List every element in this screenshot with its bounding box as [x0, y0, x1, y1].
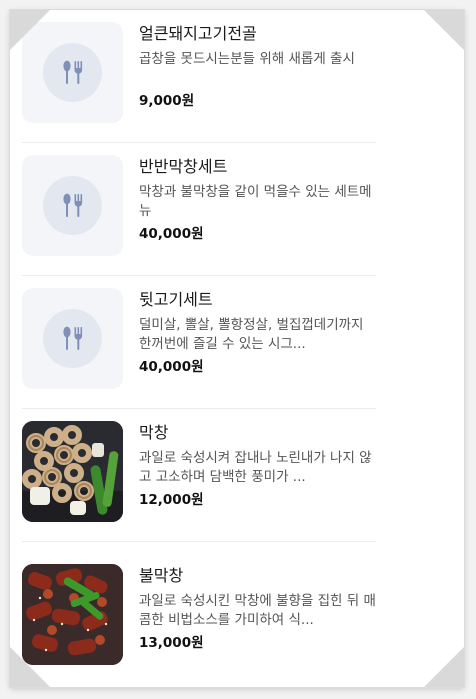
menu-item[interactable]: 얼큰돼지고기전골 곱창을 못드시는분들 위해 새롭게 출시 9,000원	[22, 10, 376, 143]
grilled-makchang-photo	[22, 421, 123, 522]
menu-item-name: 얼큰돼지고기전골	[139, 24, 257, 43]
menu-item[interactable]: 반반막창세트 막창과 불막창을 같이 먹을수 있는 세트메뉴 40,000원	[22, 143, 376, 276]
page-curl-top-right	[424, 10, 464, 50]
grilled-makchang-image	[22, 421, 123, 522]
menu-image-placeholder	[22, 155, 123, 256]
page-curl-top-left	[10, 10, 50, 50]
divider	[22, 541, 376, 542]
menu-image-placeholder	[22, 288, 123, 389]
menu-item-name: 반반막창세트	[139, 157, 228, 176]
menu-item-description: 막창과 불막창을 같이 먹을수 있는 세트메뉴	[139, 184, 372, 219]
menu-item-description: 덜미살, 뽈살, 뽈항정살, 벌집껍데기까지 한꺼번에 즐길 수 있는 시그..…	[139, 317, 364, 352]
menu-item-name: 막창	[139, 423, 169, 442]
menu-item[interactable]: 막창 과일로 숙성시켜 잡내나 노린내가 나지 않고 고소하며 담백한 풍미가 …	[22, 409, 376, 542]
menu-item-price: 12,000원	[139, 492, 204, 508]
fork-spoon-icon	[63, 193, 83, 217]
page-curl-bottom-right	[424, 647, 464, 687]
fork-spoon-icon	[63, 60, 83, 84]
menu-item-description: 과일로 숙성시켜 잡내나 노린내가 나지 않고 고소하며 담백한 풍미가 ...	[139, 450, 372, 485]
menu-item-description: 곱창을 못드시는분들 위해 새롭게 출시	[139, 51, 355, 67]
menu-item-price: 40,000원	[139, 226, 204, 242]
menu-item-name: 불막창	[139, 566, 184, 585]
menu-item-name: 뒷고기세트	[139, 290, 213, 309]
menu-item-description: 과일로 숙성시킨 막창에 불향을 집힌 뒤 매콤한 비법소스를 가미하여 식..…	[139, 593, 376, 628]
menu-item[interactable]: 불막창 과일로 숙성시킨 막창에 불향을 집힌 뒤 매콤한 비법소스를 가미하여…	[22, 552, 376, 685]
menu-item-price: 13,000원	[139, 635, 204, 651]
page-curl-bottom-left	[10, 647, 50, 687]
menu-item-price: 40,000원	[139, 359, 204, 375]
menu-panel: 얼큰돼지고기전골 곱창을 못드시는분들 위해 새롭게 출시 9,000원 반반막…	[10, 10, 464, 687]
menu-item[interactable]: 뒷고기세트 덜미살, 뽈살, 뽈항정살, 벌집껍데기까지 한꺼번에 즐길 수 있…	[22, 276, 376, 409]
menu-item-price: 9,000원	[139, 93, 195, 109]
fork-spoon-icon	[63, 326, 83, 350]
